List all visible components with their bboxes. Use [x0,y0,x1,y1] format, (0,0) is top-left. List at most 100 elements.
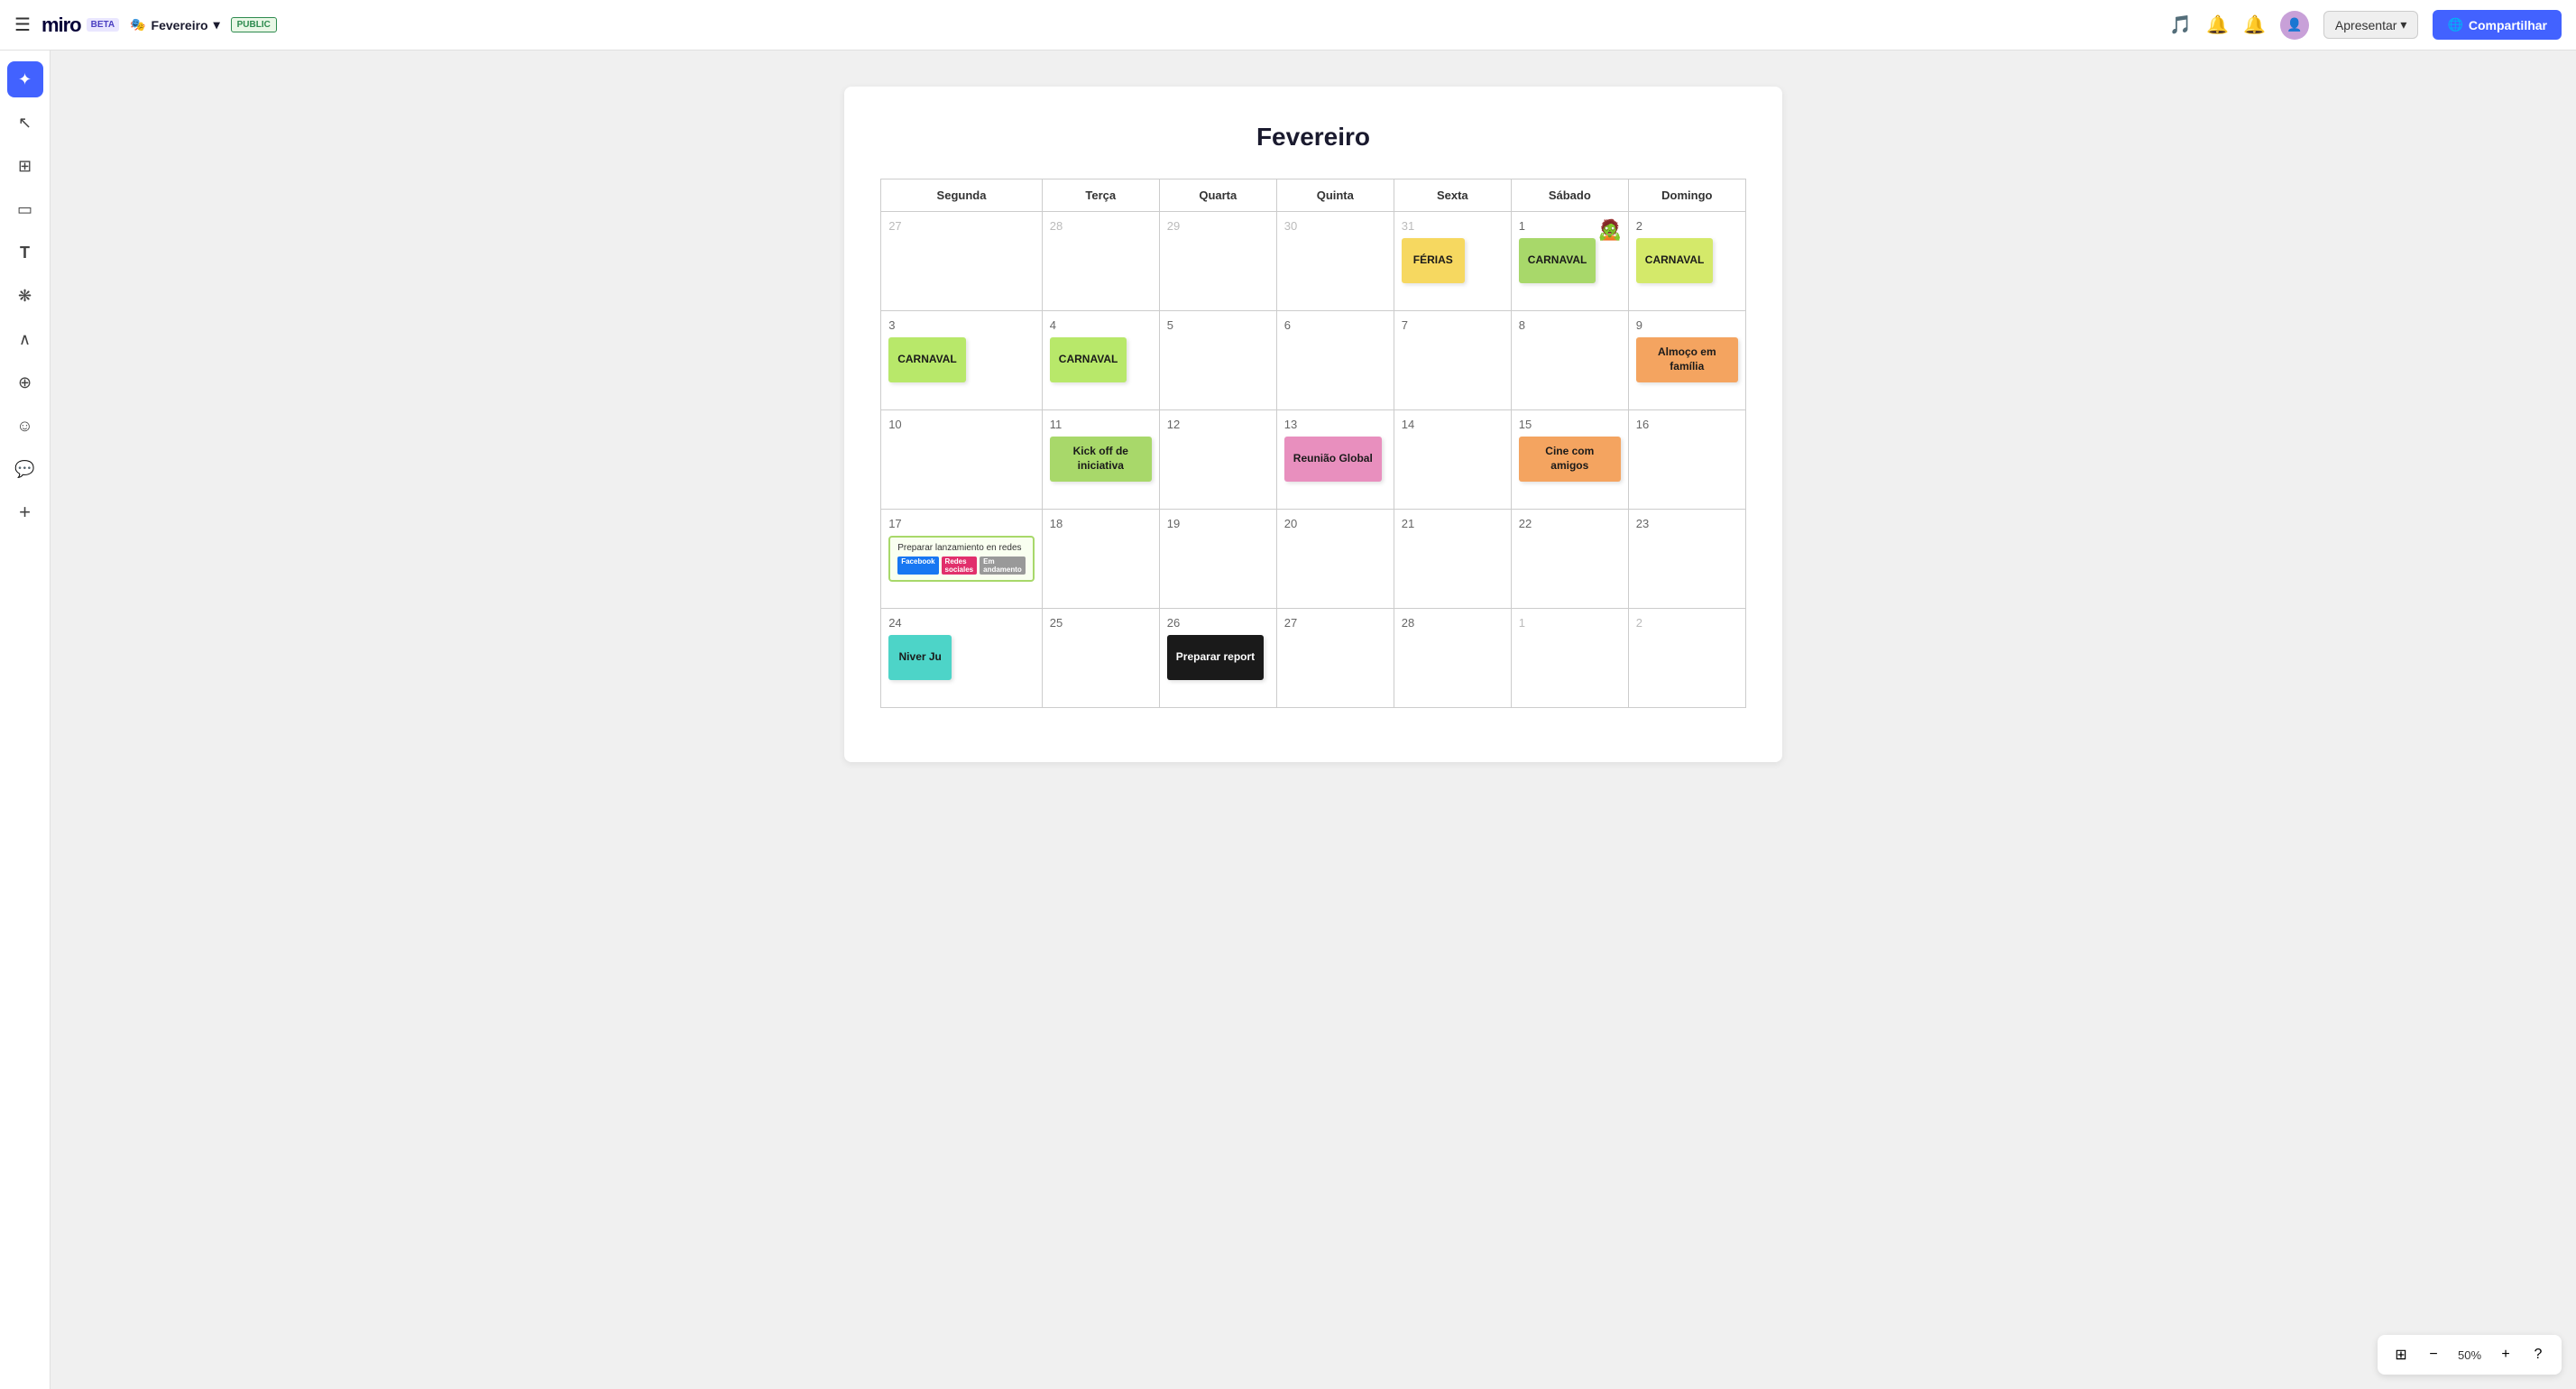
calendar-day[interactable]: 17Preparar lanzamiento en redesFacebookR… [881,510,1043,609]
weekday-monday: Segunda [881,179,1043,212]
day-number: 7 [1402,318,1504,332]
day-number: 12 [1167,418,1269,431]
day-number: 25 [1050,616,1152,630]
sticky-note[interactable]: Kick off de iniciativa [1050,437,1152,482]
calendar-day[interactable]: 5 [1159,311,1276,410]
share-globe-icon: 🌐 [2447,17,2462,32]
day-number: 20 [1284,517,1386,530]
calendar-day[interactable]: 29 [1159,212,1276,311]
board-title: Fevereiro [152,18,208,32]
day-number: 15 [1519,418,1621,431]
share-button[interactable]: 🌐 Compartilhar [2433,10,2562,40]
weekday-sunday: Domingo [1628,179,1745,212]
timer-icon[interactable]: 🔔 [2206,14,2229,36]
calendar-day[interactable]: 13Reunião Global [1276,410,1394,510]
calendar-day[interactable]: 23 [1628,510,1745,609]
present-button[interactable]: Apresentar ▾ [2323,11,2419,39]
calendar-day[interactable]: 1 [1511,609,1628,708]
calendar-day[interactable]: 4 CARNAVAL [1042,311,1159,410]
sticky-note[interactable]: CARNAVAL [1050,337,1127,382]
calendar-day[interactable]: 6 [1276,311,1394,410]
calendar-day[interactable]: 12 [1159,410,1276,510]
app-name: miro [41,14,81,37]
sticky-note[interactable]: CARNAVAL [888,337,966,382]
sidebar-item-text[interactable]: T [7,235,43,271]
weekday-friday: Sexta [1394,179,1511,212]
board-emoji: 🎭 [130,17,145,32]
menu-icon[interactable]: ☰ [14,14,31,36]
card-badge: Facebook [897,557,938,575]
calendar-day[interactable]: 8 [1511,311,1628,410]
day-number: 24 [888,616,1035,630]
calendar-day[interactable]: 10 [881,410,1043,510]
sidebar-item-reactions[interactable]: ☺ [7,408,43,444]
present-label: Apresentar [2335,18,2397,32]
calendar-day[interactable]: 27 [1276,609,1394,708]
sticky-note[interactable]: Preparar report [1167,635,1264,680]
calendar-day[interactable]: 3CARNAVAL [881,311,1043,410]
day-number: 28 [1050,219,1152,233]
calendar-day[interactable]: 25 [1042,609,1159,708]
calendar-day[interactable]: 22 [1511,510,1628,609]
sticky-note[interactable]: CARNAVAL [1636,238,1714,283]
day-number: 27 [888,219,1035,233]
calendar-day[interactable]: 28 [1394,609,1511,708]
calendar-day[interactable]: 15 Cine com amigos [1511,410,1628,510]
zoom-out-button[interactable]: − [2421,1342,2446,1367]
chevron-down-icon: ▾ [214,17,220,32]
calendar-day[interactable]: 30 [1276,212,1394,311]
sidebar-item-ai[interactable]: ✦ [7,61,43,97]
sidebar-item-crop[interactable]: ⊕ [7,364,43,400]
sidebar-item-sticky[interactable]: ▭ [7,191,43,227]
card-badge: Em andamento [980,557,1026,575]
calendar-day[interactable]: 21 [1394,510,1511,609]
sticky-note[interactable]: Niver Ju [888,635,952,680]
calendar-day[interactable]: 26 Preparar report [1159,609,1276,708]
calendar-day[interactable]: 16 [1628,410,1745,510]
sticky-note[interactable]: Reunião Global [1284,437,1382,482]
sidebar-item-frames[interactable]: ⊞ [7,148,43,184]
help-button[interactable]: ? [2525,1342,2551,1367]
calendar-day[interactable]: 2CARNAVAL [1628,212,1745,311]
calendar-day[interactable]: 19 [1159,510,1276,609]
zoom-in-button[interactable]: + [2493,1342,2518,1367]
calendar-day[interactable]: 24 Niver Ju [881,609,1043,708]
day-number: 4 [1050,318,1152,332]
day-number: 31 [1402,219,1504,233]
calendar-day[interactable]: 9Almoço em família [1628,311,1745,410]
calendar-day[interactable]: 7 [1394,311,1511,410]
calendar-day[interactable]: 18 [1042,510,1159,609]
sidebar-item-comment[interactable]: 💬 [7,451,43,487]
fit-view-button[interactable]: ⊞ [2388,1342,2414,1367]
calendar-day[interactable]: 20 [1276,510,1394,609]
calendar-day[interactable]: 1🧟CARNAVAL [1511,212,1628,311]
topbar: ☰ miro BETA 🎭 Fevereiro ▾ PUBLIC 🎵 🔔 🔔 👤… [0,0,2576,51]
card-badge: Redes sociales [942,557,978,575]
day-number: 26 [1167,616,1269,630]
task-card[interactable]: Preparar lanzamiento en redesFacebookRed… [888,536,1035,582]
calendar-day[interactable]: 14 [1394,410,1511,510]
calendar-day[interactable]: 27 [881,212,1043,311]
calendar-day[interactable]: 2 [1628,609,1745,708]
music-icon[interactable]: 🎵 [2169,14,2192,36]
day-number: 6 [1284,318,1386,332]
logo: miro BETA [41,14,119,37]
board-name-button[interactable]: 🎭 Fevereiro ▾ [130,17,220,32]
calendar-day[interactable]: 28 [1042,212,1159,311]
sidebar-item-add[interactable]: + [7,494,43,530]
day-number: 18 [1050,517,1152,530]
sidebar-item-select[interactable]: ↖ [7,105,43,141]
sticky-note[interactable]: FÉRIAS [1402,238,1465,283]
topbar-right: 🎵 🔔 🔔 👤 Apresentar ▾ 🌐 Compartilhar [2169,10,2562,40]
sticky-note[interactable]: CARNAVAL [1519,238,1596,283]
day-number: 23 [1636,517,1738,530]
sticky-note[interactable]: Almoço em família [1636,337,1738,382]
sticky-note[interactable]: Cine com amigos [1519,437,1621,482]
calendar-day[interactable]: 11Kick off de iniciativa [1042,410,1159,510]
avatar[interactable]: 👤 [2280,11,2309,40]
visibility-badge: PUBLIC [231,17,277,32]
sidebar-item-shapes[interactable]: ❋ [7,278,43,314]
notification-icon[interactable]: 🔔 [2243,14,2266,36]
calendar-day[interactable]: 31 FÉRIAS [1394,212,1511,311]
sidebar-item-draw[interactable]: ∧ [7,321,43,357]
